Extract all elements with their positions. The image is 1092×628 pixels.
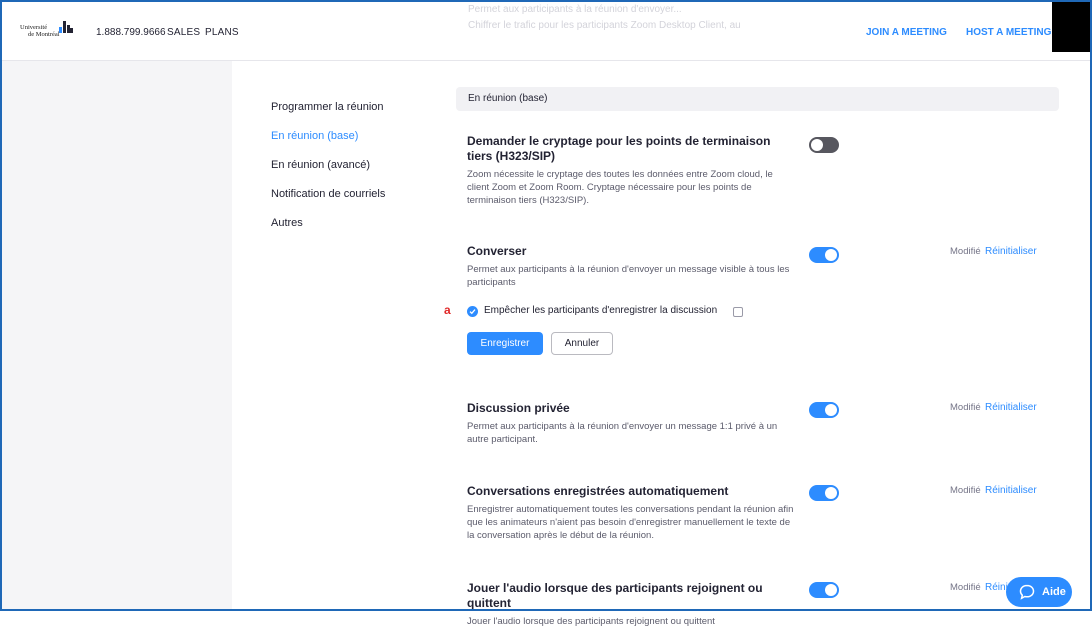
phone-number[interactable]: 1.888.799.9666 [96, 27, 166, 38]
toggle-knob [825, 249, 837, 261]
setting-encryption: Demander le cryptage pour les points de … [467, 134, 797, 207]
chat-reset-link[interactable]: Réinitialiser [985, 246, 1037, 257]
scrolled-content-ghost: Permet aux participants à la réunion d'e… [468, 4, 741, 31]
encryption-toggle[interactable] [809, 137, 839, 153]
auto-save-chat-reset-link[interactable]: Réinitialiser [985, 485, 1037, 496]
modified-label: Modifié [950, 246, 981, 257]
private-chat-toggle[interactable] [809, 402, 839, 418]
checkmark-icon [469, 309, 476, 315]
setting-title: Conversations enregistrées automatiqueme… [467, 484, 729, 498]
setting-description: Jouer l'audio lorsque des participants r… [467, 616, 715, 627]
chat-bubble-icon [1019, 584, 1035, 600]
setting-description: Permet aux participants à la réunion d'e… [467, 264, 790, 288]
host-meeting-dropdown[interactable]: HOST A MEETING [966, 27, 1062, 38]
modified-label: Modifié [950, 485, 981, 496]
university-logo[interactable]: Université de Montréal [20, 20, 80, 44]
redaction-box [1052, 2, 1090, 52]
setting-description: Enregistrer automatiquement toutes les c… [467, 504, 794, 541]
setting-description: Zoom nécessite le cryptage des toutes le… [467, 169, 773, 206]
left-margin [2, 61, 232, 609]
cancel-button[interactable]: Annuler [551, 332, 613, 355]
prevent-save-chat-checkbox[interactable] [467, 306, 478, 317]
modified-label: Modifié [950, 582, 981, 593]
info-icon[interactable] [733, 307, 743, 317]
subnav-item-schedule-meeting[interactable]: Programmer la réunion [271, 100, 385, 129]
join-audio-toggle[interactable] [809, 582, 839, 598]
subnav-item-email-notification[interactable]: Notification de courriels [271, 187, 385, 216]
nav-plans-link[interactable]: PLANS [205, 27, 239, 38]
setting-auto-save-chat: Conversations enregistrées automatiqueme… [467, 484, 797, 542]
toggle-knob [825, 404, 837, 416]
help-label: Aide [1042, 586, 1066, 598]
setting-title: Converser [467, 244, 527, 258]
setting-title: Demander le cryptage pour les points de … [467, 134, 771, 163]
setting-description: Permet aux participants à la réunion d'e… [467, 421, 778, 445]
nav-sales-link[interactable]: SALES [167, 27, 200, 38]
join-meeting-link[interactable]: JOIN A MEETING [866, 27, 947, 38]
setting-join-audio: Jouer l'audio lorsque des participants r… [467, 581, 797, 628]
private-chat-reset-link[interactable]: Réinitialiser [985, 402, 1037, 413]
setting-title: Discussion privée [467, 401, 570, 415]
auto-save-chat-toggle[interactable] [809, 485, 839, 501]
settings-subnav: Programmer la réunion En réunion (base) … [271, 100, 385, 245]
subnav-item-in-meeting-basic[interactable]: En réunion (base) [271, 129, 385, 158]
chat-toggle[interactable] [809, 247, 839, 263]
top-header: Permet aux participants à la réunion d'e… [2, 2, 1090, 61]
toggle-knob [825, 487, 837, 499]
logo-mark-icon [59, 21, 73, 33]
setting-private-chat: Discussion privée Permet aux participant… [467, 401, 797, 446]
subnav-item-in-meeting-advanced[interactable]: En réunion (avancé) [271, 158, 385, 187]
annotation-marker: a [444, 303, 451, 317]
section-title: En réunion (base) [468, 93, 548, 104]
prevent-save-chat-label: Empêcher les participants d'enregistrer … [484, 305, 718, 316]
save-button[interactable]: Enregistrer [467, 332, 543, 355]
setting-chat: Converser Permet aux participants à la r… [467, 244, 797, 289]
modified-label: Modifié [950, 402, 981, 413]
subnav-item-other[interactable]: Autres [271, 216, 385, 245]
section-header: En réunion (base) [456, 87, 1059, 111]
toggle-knob [825, 584, 837, 596]
setting-title: Jouer l'audio lorsque des participants r… [467, 581, 763, 610]
toggle-knob [811, 139, 823, 151]
help-button[interactable]: Aide [1006, 577, 1072, 607]
